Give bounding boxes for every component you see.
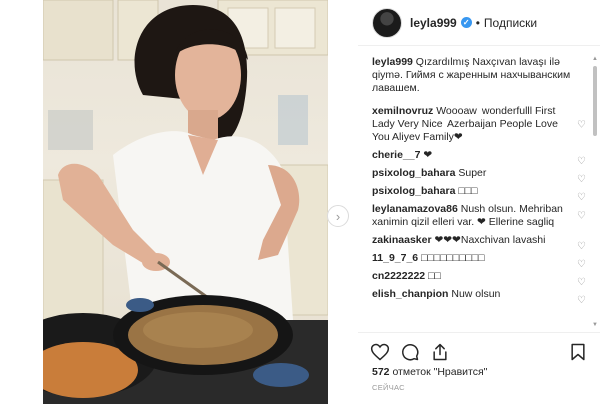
like-comment-heart-icon[interactable]: ♡ xyxy=(577,118,586,131)
following-button[interactable]: Подписки xyxy=(484,16,537,30)
caption-username[interactable]: leyla999 xyxy=(372,56,413,68)
comment-username[interactable]: leylanamazova86 xyxy=(372,203,458,215)
username-link[interactable]: leyla999 xyxy=(410,16,457,30)
comment-item: 11_9_7_6 □□□□□□□□□□ ♡ xyxy=(372,252,586,270)
likes-label: отметок "Нравится" xyxy=(389,366,488,378)
comment-username[interactable]: cherie__7 xyxy=(372,149,420,161)
bookmark-icon[interactable] xyxy=(568,342,588,362)
avatar[interactable] xyxy=(372,7,402,38)
comment-username[interactable]: psixolog_bahara xyxy=(372,167,455,179)
chevron-right-icon: › xyxy=(335,208,341,224)
comment-item: cherie__7 ❤ ♡ xyxy=(372,149,586,167)
comment-username[interactable]: psixolog_bahara xyxy=(372,185,455,197)
comment-text: ❤ xyxy=(420,149,433,161)
scroll-down-arrow-icon[interactable]: ▼ xyxy=(592,322,598,328)
separator-dot: • xyxy=(475,15,480,30)
post-photo[interactable] xyxy=(43,0,328,404)
comment-icon[interactable] xyxy=(400,342,420,362)
comment-username[interactable]: cn2222222 xyxy=(372,270,425,282)
comment-item: cn2222222 □□ ♡ xyxy=(372,270,586,288)
comment-item: xemilnovruz Woooaw wonderfulll First Lad… xyxy=(372,105,586,144)
comment-username[interactable]: elish_chanpion xyxy=(372,288,448,300)
scroll-up-arrow-icon[interactable]: ▲ xyxy=(592,56,598,62)
next-photo-button[interactable]: › xyxy=(327,205,349,227)
like-comment-heart-icon[interactable]: ♡ xyxy=(577,294,586,307)
share-icon[interactable] xyxy=(430,342,450,362)
likes-count[interactable]: 572 отметок "Нравится" xyxy=(372,366,487,378)
comment-item: psixolog_bahara □□□ ♡ xyxy=(372,185,586,203)
comment-text: □□□ xyxy=(455,185,478,197)
comment-item: psixolog_bahara Super ♡ xyxy=(372,167,586,185)
cooking-scene-image xyxy=(43,0,328,404)
comment-item: elish_chanpion Nuw olsun ♡ xyxy=(372,288,586,306)
verified-badge-icon: ✓ xyxy=(460,17,472,28)
instagram-post: › leyla999 ✓ • Подписки leyla999 Qızardı… xyxy=(0,0,600,404)
comment-username[interactable]: 11_9_7_6 xyxy=(372,252,418,264)
heart-icon[interactable] xyxy=(370,342,390,362)
comment-text: Nuw olsun xyxy=(448,288,503,300)
comment-item: zakinaasker ❤❤❤Naxchivan lavashi ♡ xyxy=(372,234,586,252)
comment-item: leylanamazova86 Nush olsun. Mehriban xan… xyxy=(372,203,586,229)
comments-list[interactable]: leyla999 Qızardılmış Naxçıvan lavaşı ilə… xyxy=(372,56,586,328)
post-side-panel: leyla999 ✓ • Подписки leyla999 Qızardılm… xyxy=(358,0,600,404)
post-header: leyla999 ✓ • Подписки xyxy=(358,0,600,46)
like-comment-heart-icon[interactable]: ♡ xyxy=(577,210,586,223)
comment-text: Super xyxy=(455,167,489,179)
comment-text: □□ xyxy=(425,270,441,282)
post-caption: leyla999 Qızardılmış Naxçıvan lavaşı ilə… xyxy=(372,56,586,95)
comments-scrollbar[interactable]: ▲ ▼ xyxy=(592,56,598,328)
comment-text: □□□□□□□□□□ xyxy=(418,252,485,264)
comment-username[interactable]: xemilnovruz xyxy=(372,105,433,117)
scrollbar-thumb[interactable] xyxy=(593,66,597,136)
post-timestamp: СЕЙЧАС xyxy=(372,383,405,392)
comment-username[interactable]: zakinaasker xyxy=(372,234,432,246)
likes-number: 572 xyxy=(372,366,390,378)
comment-text: ❤❤❤Naxchivan lavashi xyxy=(431,234,546,246)
